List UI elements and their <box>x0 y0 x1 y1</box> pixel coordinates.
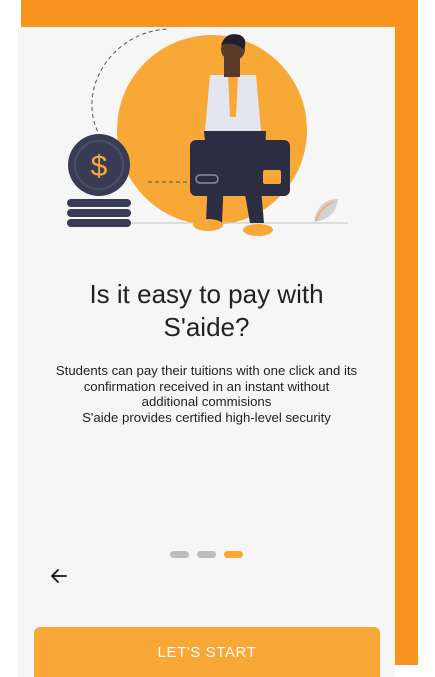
back-button[interactable] <box>46 563 72 589</box>
onboarding-screen: $ Is it easy to pay with S'aide? Student… <box>18 27 395 677</box>
dollar-coin-icon: $ <box>67 134 131 227</box>
description-line: S'aide provides certified high-level sec… <box>82 409 331 425</box>
payment-illustration: $ <box>67 28 348 236</box>
leaf-icon <box>314 199 338 222</box>
onboarding-title-line2: S'aide? <box>163 312 250 342</box>
page-dot-3-active[interactable] <box>224 551 243 558</box>
credit-card-icon <box>190 140 290 196</box>
page-dot-2[interactable] <box>197 551 216 558</box>
onboarding-description: Students can pay their tuitions with one… <box>26 363 387 425</box>
svg-text:$: $ <box>91 150 108 183</box>
arrow-left-icon <box>51 569 67 583</box>
page-dot-1[interactable] <box>170 551 189 558</box>
onboarding-title-line1: Is it easy to pay with <box>89 279 324 309</box>
page-indicator <box>170 551 243 559</box>
onboarding-title: Is it easy to pay with S'aide? <box>18 278 395 344</box>
description-line: additional commisions <box>141 394 272 409</box>
description-line: confirmation received in an instant with… <box>83 378 330 394</box>
description-line: Students can pay their tuitions with one… <box>55 363 358 378</box>
lets-start-button[interactable]: LET'S START <box>34 627 380 677</box>
